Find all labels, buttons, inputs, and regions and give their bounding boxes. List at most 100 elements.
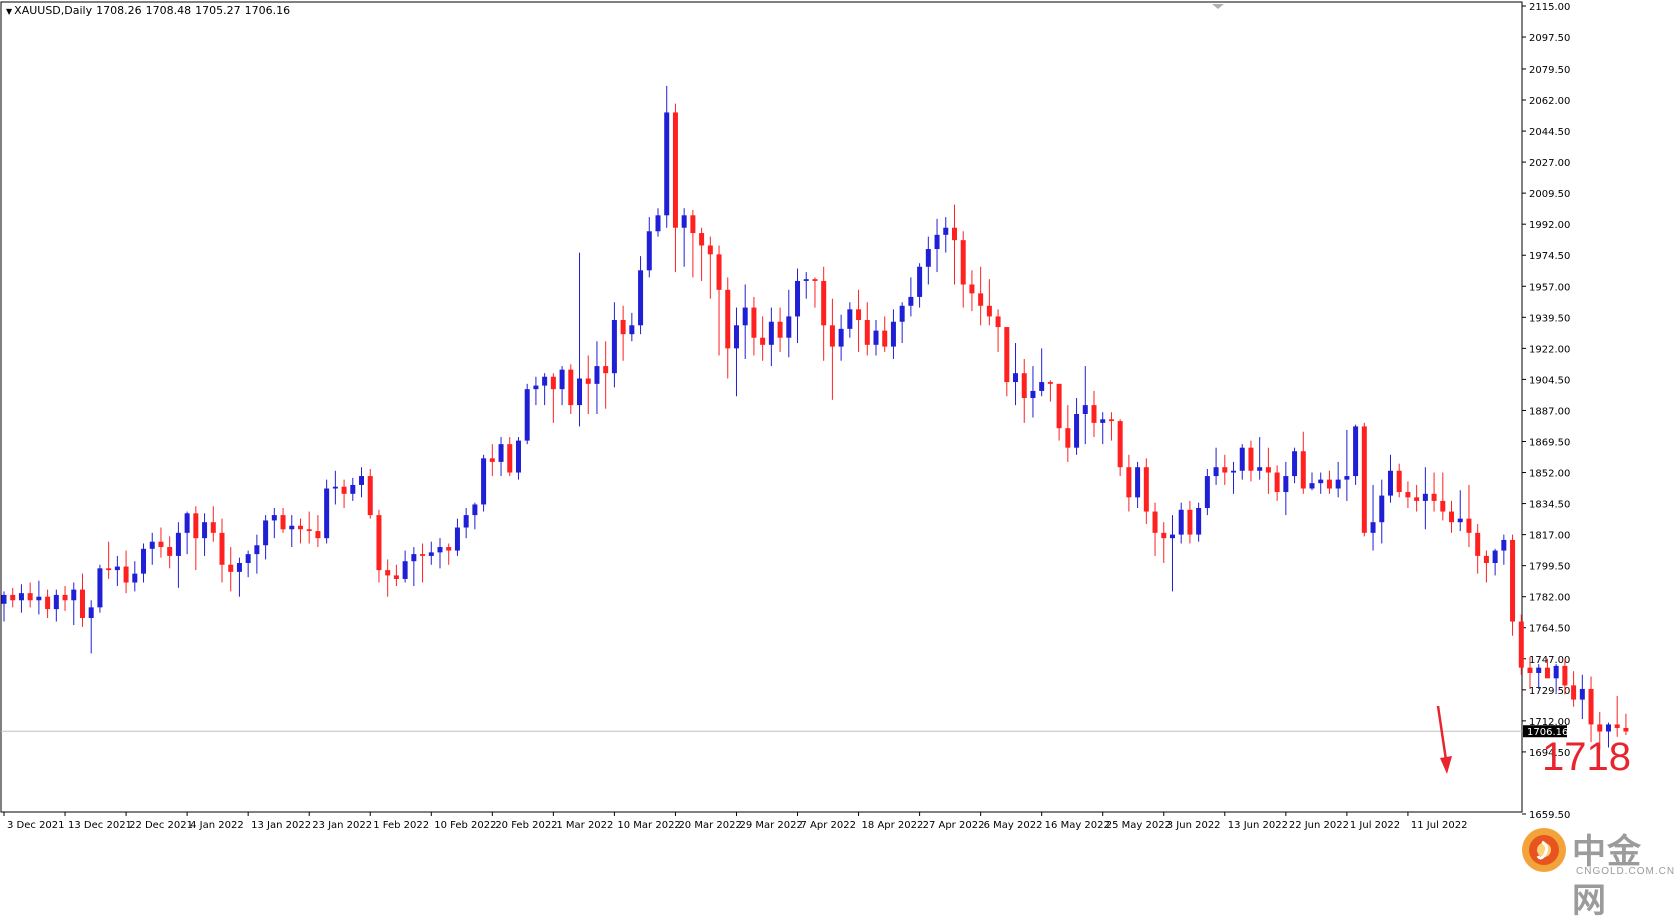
annotation-arrow-line xyxy=(1436,705,1448,761)
candle-body xyxy=(1605,724,1611,732)
x-tick-label: 10 Feb 2022 xyxy=(434,820,496,831)
candle-body xyxy=(1501,539,1507,551)
candle-body xyxy=(411,554,417,562)
candle-body xyxy=(838,328,844,347)
candle-body xyxy=(1396,470,1402,493)
candle-body xyxy=(1257,467,1263,471)
y-tick-label: 1957.00 xyxy=(1529,282,1570,293)
candle-body xyxy=(1056,383,1062,429)
candle-body xyxy=(829,325,835,347)
candle-body xyxy=(1082,405,1088,414)
candle-body xyxy=(1300,451,1306,489)
candle-body xyxy=(594,366,600,384)
candle-body xyxy=(1013,373,1019,383)
candle-body xyxy=(132,573,138,583)
candle-body xyxy=(1414,497,1420,501)
candle-body xyxy=(1213,467,1219,477)
candle-body xyxy=(53,594,59,610)
candle-body xyxy=(280,515,286,530)
x-tick-label: 13 Dec 2021 xyxy=(68,820,132,831)
candle-body xyxy=(193,513,199,539)
candle-body xyxy=(751,307,757,338)
candle-body xyxy=(332,486,338,489)
candle-body xyxy=(890,321,896,347)
symbol-label: XAUUSD,Daily xyxy=(14,4,93,17)
x-tick-label: 3 Dec 2021 xyxy=(7,820,65,831)
y-tick-label: 1974.50 xyxy=(1529,251,1570,262)
candle-body xyxy=(733,325,739,349)
x-tick-label: 25 May 2022 xyxy=(1106,820,1171,831)
candle-body xyxy=(681,215,687,228)
x-tick-label: 1 Feb 2022 xyxy=(373,820,429,831)
candle-body xyxy=(1169,534,1175,539)
candle-body xyxy=(1039,382,1045,391)
candle-body xyxy=(175,532,181,556)
chart-header: ▼ XAUUSD,Daily 1708.26 1708.48 1705.27 1706.1… xyxy=(6,4,294,17)
candle-body xyxy=(507,444,513,473)
candle-body xyxy=(768,321,774,345)
open-value: 1708.26 xyxy=(96,4,142,17)
candle-body xyxy=(437,547,443,553)
candle-body xyxy=(725,289,731,349)
candle-body xyxy=(1100,419,1106,423)
candle-body xyxy=(1248,447,1254,471)
candle-body xyxy=(1265,467,1271,473)
candle-body xyxy=(27,593,33,601)
candle-body xyxy=(1222,467,1228,473)
candle-body xyxy=(1440,500,1446,512)
candle-body xyxy=(324,488,330,539)
y-tick-label: 1747.00 xyxy=(1529,655,1570,666)
chart-canvas: 2115.00 2097.50 2079.50 2062.00 2044.50 2027.… xyxy=(0,1,1629,831)
collapse-triangle-icon[interactable]: ▼ xyxy=(6,7,12,16)
candle-body xyxy=(978,293,984,306)
candle-body xyxy=(585,378,591,384)
candle-body xyxy=(742,307,748,326)
candle-body xyxy=(646,231,652,271)
x-tick-label: 20 Feb 2022 xyxy=(495,820,557,831)
y-tick-label: 2079.50 xyxy=(1529,65,1570,76)
candle-body xyxy=(620,319,626,335)
candle-body xyxy=(149,541,155,549)
y-tick-label: 1887.00 xyxy=(1529,406,1570,417)
candle-body xyxy=(699,233,705,246)
candle-body xyxy=(1292,451,1298,477)
y-tick-label: 1782.00 xyxy=(1529,593,1570,604)
candle-body xyxy=(359,476,365,485)
x-tick-label: 23 Jan 2022 xyxy=(312,820,372,831)
candle-body xyxy=(1571,685,1577,700)
candle-body xyxy=(899,305,905,322)
candle-body xyxy=(986,305,992,317)
candle-body xyxy=(1178,509,1184,535)
candle-body xyxy=(1344,476,1350,480)
candle-body xyxy=(263,520,269,546)
watermark: 中金网 CNGOLD.COM.CN xyxy=(1520,822,1675,921)
cngold-logo-icon xyxy=(1522,828,1566,872)
candle-body xyxy=(847,309,853,329)
candle-body xyxy=(1353,426,1359,477)
candle-body xyxy=(1231,470,1237,473)
candle-body xyxy=(951,227,957,241)
candle-body xyxy=(864,319,870,345)
candle-body xyxy=(960,240,966,285)
candle-body xyxy=(1309,483,1315,489)
candle-body xyxy=(786,316,792,338)
candle-body xyxy=(542,376,548,386)
candle-body xyxy=(106,568,112,571)
candle-body xyxy=(446,547,452,551)
candle-body xyxy=(655,215,661,232)
candle-body xyxy=(1449,511,1455,523)
candle-body xyxy=(1588,688,1594,725)
x-tick-label: 13 Jun 2022 xyxy=(1228,820,1288,831)
candle-body xyxy=(943,227,949,235)
candle-body xyxy=(1483,555,1489,563)
candle-body xyxy=(1318,479,1324,484)
candle-body xyxy=(289,525,295,530)
x-tick-label: 11 Jul 2022 xyxy=(1411,820,1468,831)
y-tick-label: 1904.50 xyxy=(1529,375,1570,386)
candle-body xyxy=(629,325,635,335)
y-tick-label: 1852.00 xyxy=(1529,469,1570,480)
candle-body xyxy=(454,527,460,551)
candle-body xyxy=(1614,724,1620,728)
candle-body xyxy=(873,330,879,345)
candle-body xyxy=(472,504,478,516)
